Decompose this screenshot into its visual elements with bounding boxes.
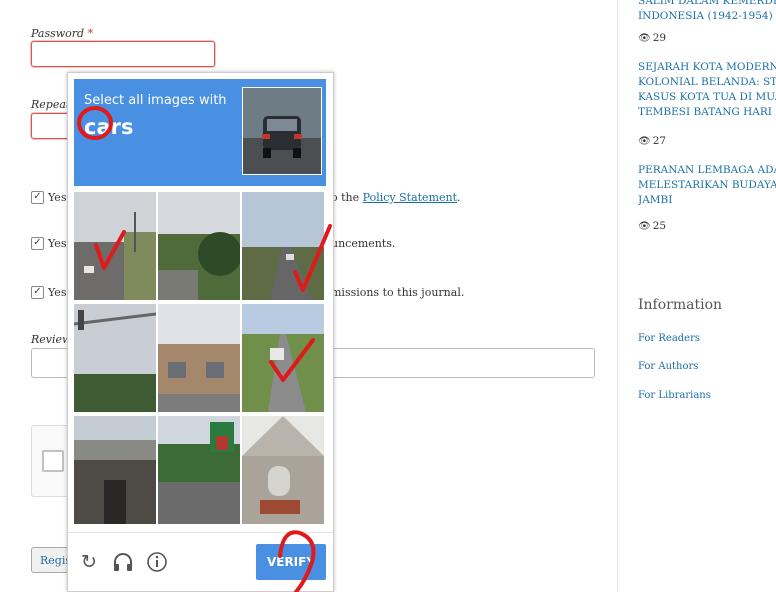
for-librarians-link[interactable]: For Librarians — [638, 390, 711, 401]
captcha-tile-3[interactable] — [242, 192, 324, 300]
captcha-footer: ↻ VERIFY — [68, 532, 333, 592]
captcha-tile-2[interactable] — [158, 192, 240, 300]
consent-policy-text: o the Policy Statement. — [331, 191, 461, 204]
captcha-tile-6[interactable] — [242, 304, 324, 412]
information-heading: Information — [638, 297, 723, 313]
policy-statement-link[interactable]: Policy Statement — [363, 191, 457, 204]
captcha-tile-1[interactable] — [74, 192, 156, 300]
consent-announcements-text: uncements. — [331, 237, 396, 250]
info-icon[interactable] — [146, 551, 168, 573]
article-views-3: 👁 25 — [638, 220, 667, 232]
eye-icon: 👁 — [638, 33, 651, 44]
article-views-1: 👁 29 — [638, 32, 667, 44]
password-input[interactable] — [31, 41, 215, 67]
refresh-icon[interactable]: ↻ — [78, 551, 100, 573]
captcha-target-word: cars — [84, 115, 134, 139]
captcha-instruction: Select all images with — [84, 93, 227, 108]
recaptcha-checkbox[interactable] — [42, 450, 64, 472]
consent-checkbox-submissions[interactable]: ✓ — [31, 286, 44, 299]
article-link-1[interactable]: SALIM DALAM KEMERDEKA INDONESIA (1942-19… — [638, 0, 776, 24]
captcha-tile-5[interactable] — [158, 304, 240, 412]
captcha-challenge-popup: Select all images with cars ↻ VERIFY — [67, 72, 334, 592]
verify-button[interactable]: VERIFY — [256, 544, 326, 580]
captcha-image-grid — [74, 192, 326, 526]
captcha-tile-9[interactable] — [242, 416, 324, 524]
article-link-2[interactable]: SEJARAH KOTA MODERN MA KOLONIAL BELANDA:… — [638, 60, 776, 120]
captcha-tile-8[interactable] — [158, 416, 240, 524]
consent-checkbox-policy[interactable]: ✓ — [31, 191, 44, 204]
captcha-tile-4[interactable] — [74, 304, 156, 412]
for-authors-link[interactable]: For Authors — [638, 361, 698, 372]
article-views-2: 👁 27 — [638, 135, 667, 147]
column-divider — [617, 0, 618, 592]
sidebar: SALIM DALAM KEMERDEKA INDONESIA (1942-19… — [638, 0, 776, 592]
consent-checkbox-announcements[interactable]: ✓ — [31, 237, 44, 250]
repeat-password-input[interactable] — [31, 113, 71, 139]
captcha-tile-7[interactable] — [74, 416, 156, 524]
consent-submissions-text: missions to this journal. — [331, 286, 465, 299]
article-link-3[interactable]: PERANAN LEMBAGA ADAT D MELESTARIKAN BUDA… — [638, 163, 776, 208]
password-label: Password * — [31, 27, 94, 40]
for-readers-link[interactable]: For Readers — [638, 333, 700, 344]
eye-icon: 👁 — [638, 136, 651, 147]
captcha-header: Select all images with cars — [74, 79, 326, 186]
eye-icon: 👁 — [638, 221, 651, 232]
example-car-image — [242, 87, 322, 175]
headphones-icon[interactable] — [112, 551, 134, 573]
